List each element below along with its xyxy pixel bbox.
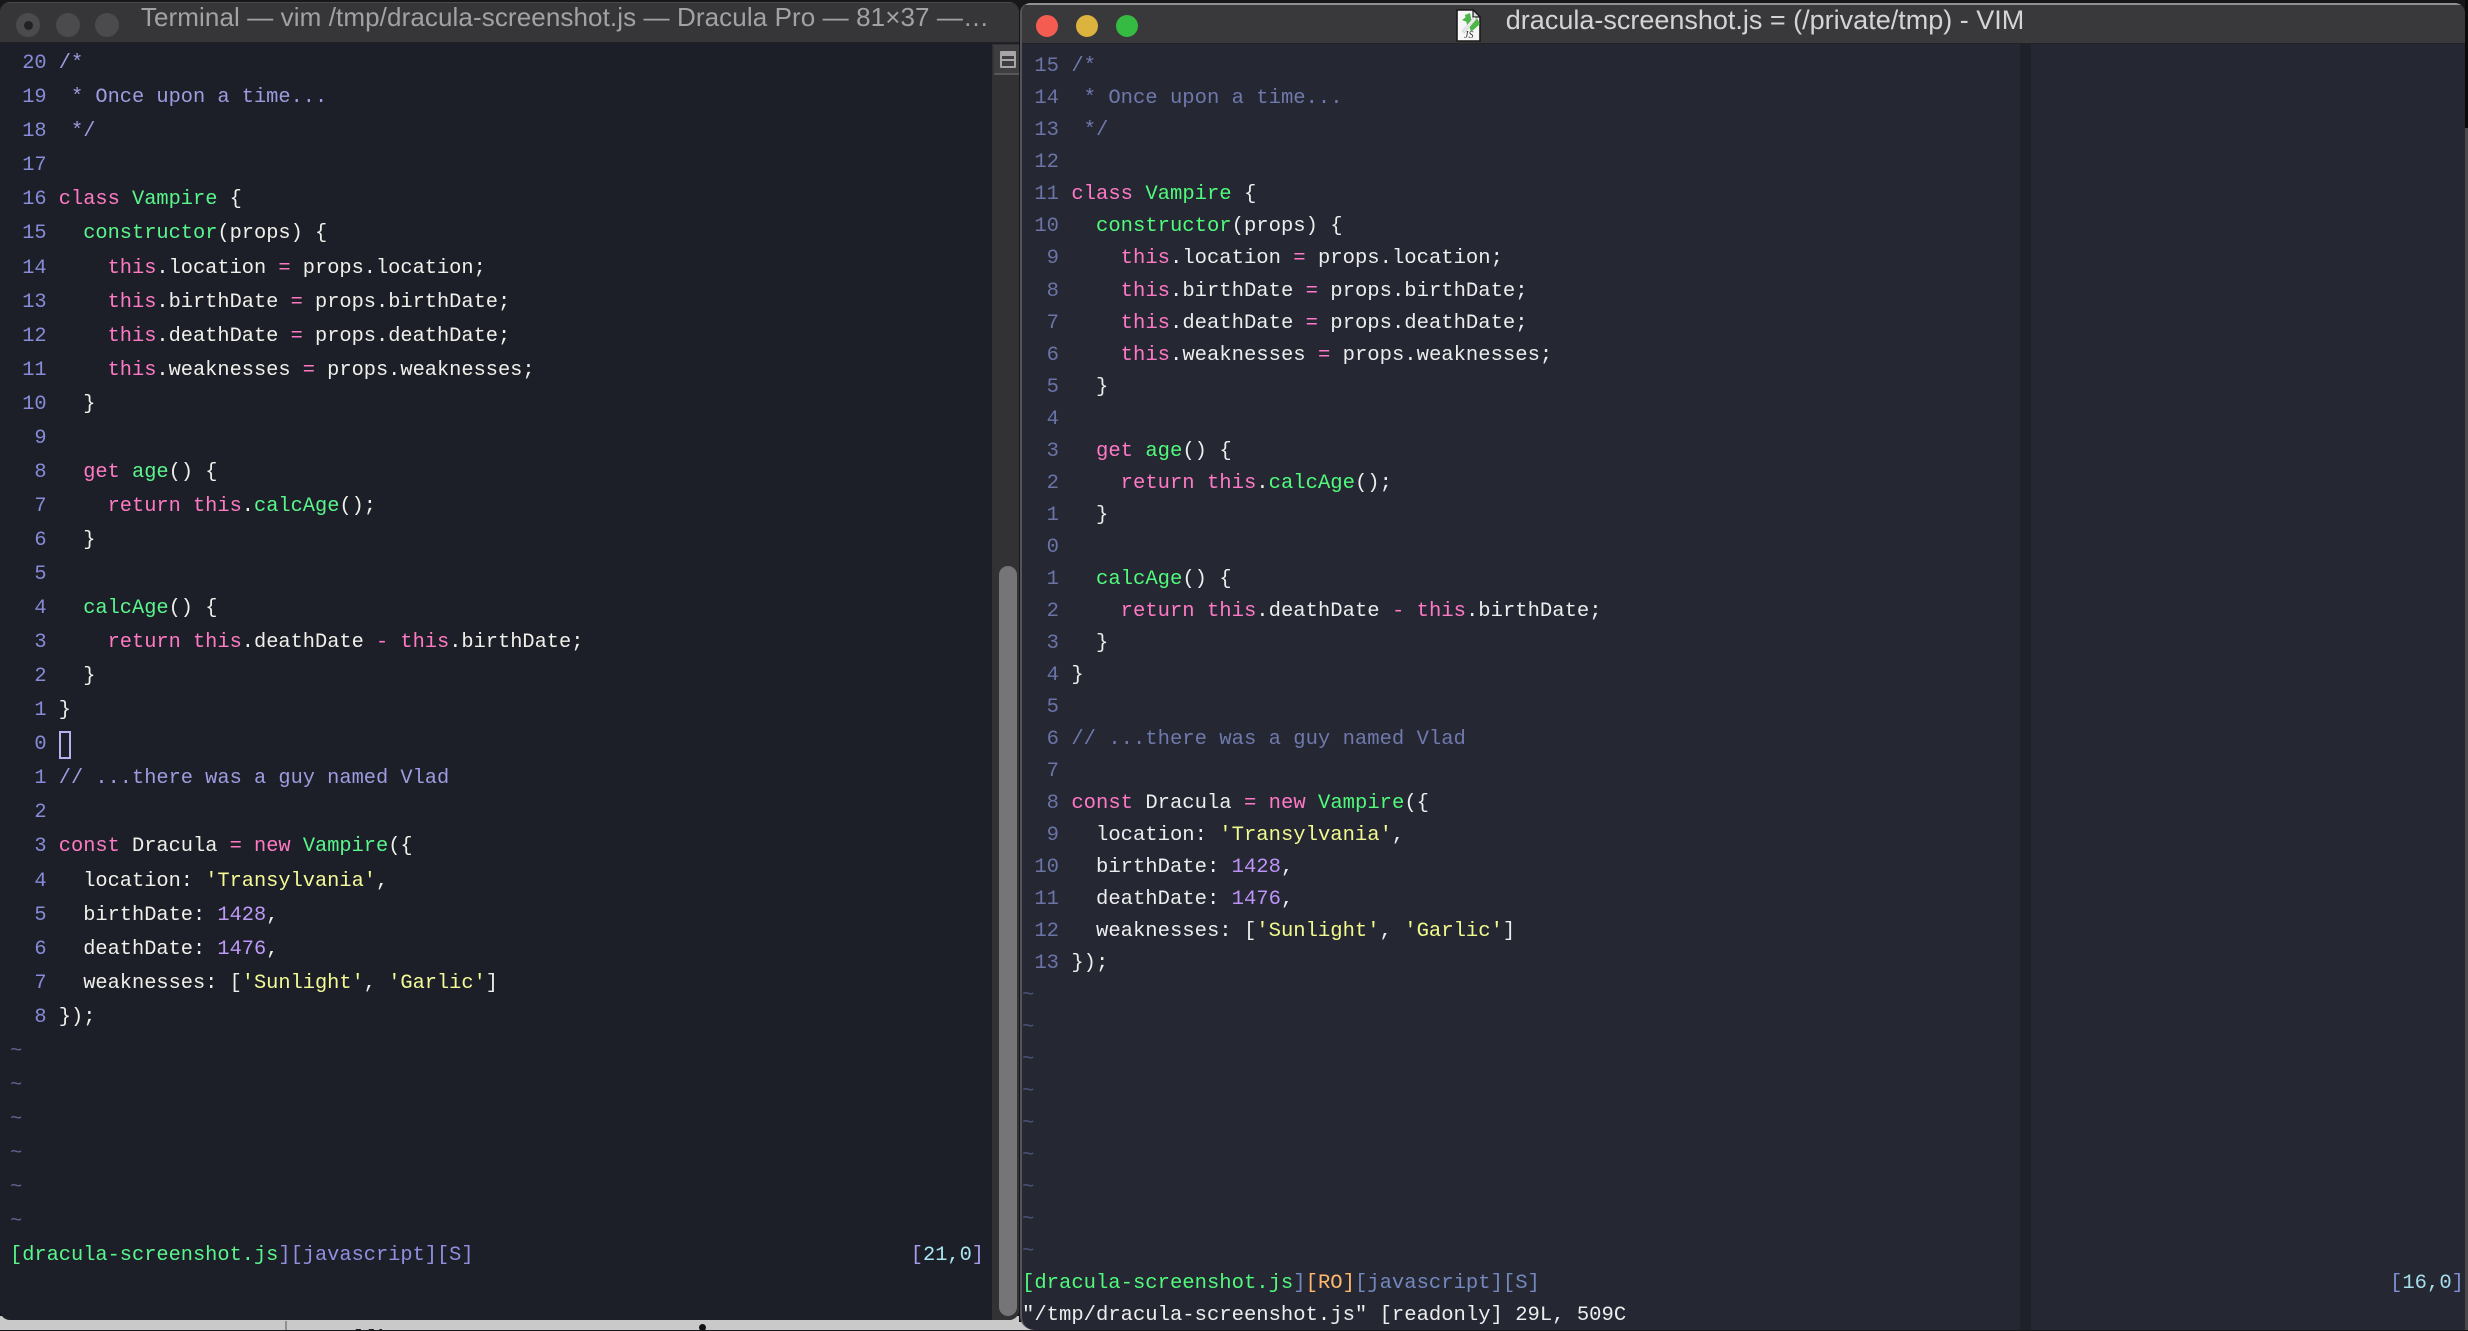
svg-text:JS: JS xyxy=(1464,30,1473,41)
